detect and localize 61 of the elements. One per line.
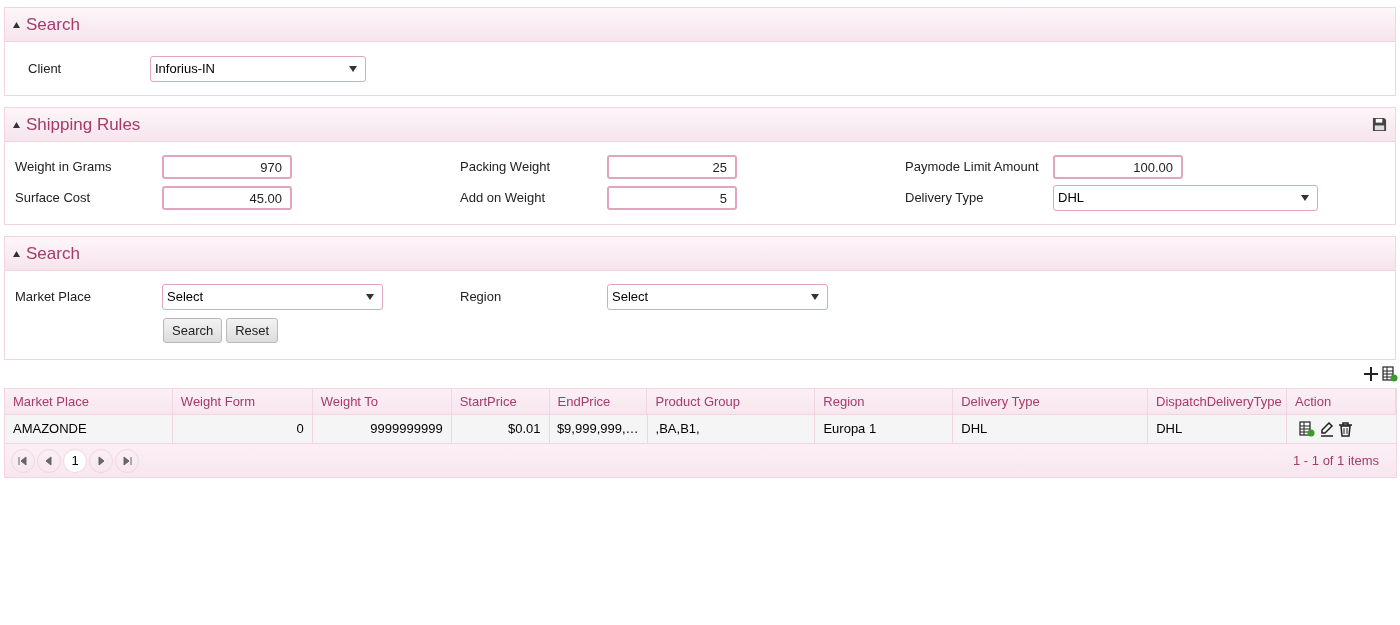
dropdown[interactable]: Select xyxy=(162,284,383,310)
table-cell: 0 xyxy=(172,415,313,443)
column-header[interactable]: StartPrice xyxy=(451,389,550,414)
column-header[interactable]: Delivery Type xyxy=(953,389,1149,414)
field-label: Packing Weight xyxy=(460,158,552,177)
column-header[interactable]: Market Place xyxy=(5,389,173,414)
column-header[interactable]: Action xyxy=(1287,389,1396,414)
field-label: Client xyxy=(27,59,63,78)
next-page-icon xyxy=(95,454,107,467)
panel-title[interactable]: Search xyxy=(26,240,80,267)
column-header[interactable]: DispatchDeliveryType xyxy=(1148,389,1288,414)
collapse-triangle-icon[interactable] xyxy=(13,21,20,28)
column-header[interactable]: Weight Form xyxy=(172,389,313,414)
table-cell: ,BA,B1, xyxy=(647,415,816,443)
dropdown[interactable]: Select xyxy=(607,284,828,310)
panel-title[interactable]: Shipping Rules xyxy=(26,111,141,138)
action-button[interactable]: Search xyxy=(163,318,223,343)
table-cell: DHL xyxy=(1148,415,1288,443)
dropdown-arrow-icon xyxy=(366,294,374,300)
table-cell: $0.01 xyxy=(451,415,550,443)
dropdown-arrow-icon xyxy=(349,65,357,72)
dropdown[interactable]: DHL xyxy=(1053,185,1318,211)
field-label: Weight in Grams xyxy=(15,158,113,177)
table-cell: Europa 1 xyxy=(815,415,954,443)
field-label: Surface Cost xyxy=(15,189,92,208)
field-label: Paymode Limit Amount xyxy=(905,158,1040,177)
collapse-triangle-icon[interactable] xyxy=(13,250,20,257)
edit-icon[interactable] xyxy=(1320,421,1335,437)
trash-icon[interactable] xyxy=(1339,421,1353,437)
table-cell: $9,999,999,… xyxy=(549,415,648,443)
action-button[interactable]: Reset xyxy=(226,318,279,343)
panel-title[interactable]: Search xyxy=(26,11,80,38)
first-page-icon xyxy=(17,454,29,467)
field-label: Add on Weight xyxy=(460,189,547,208)
previous-page-icon xyxy=(43,454,55,467)
pager-summary: 1 - 1 of 1 items xyxy=(1293,451,1380,470)
input-field[interactable]: 25 xyxy=(607,155,737,179)
page-number[interactable]: 1 xyxy=(63,448,87,473)
dropdown[interactable]: Inforius-IN xyxy=(150,55,366,82)
column-header[interactable]: Weight To xyxy=(312,389,452,414)
column-header[interactable]: Region xyxy=(815,389,954,414)
dropdown-arrow-icon xyxy=(811,294,819,300)
column-header[interactable]: EndPrice xyxy=(549,389,648,414)
input-field[interactable]: 100.00 xyxy=(1053,155,1183,179)
input-field[interactable]: 45.00 xyxy=(162,186,292,210)
field-label: Delivery Type xyxy=(905,189,985,208)
dropdown-arrow-icon xyxy=(1301,195,1309,201)
column-header[interactable]: Product Group xyxy=(647,389,816,414)
field-label: Market Place xyxy=(15,288,92,307)
plus-icon[interactable] xyxy=(1364,367,1378,381)
spreadsheet-icon[interactable] xyxy=(1382,366,1398,382)
collapse-triangle-icon[interactable] xyxy=(13,121,20,128)
table-cell: 9999999999 xyxy=(312,415,452,443)
input-field[interactable]: 5 xyxy=(607,186,737,210)
input-field[interactable]: 970 xyxy=(162,155,292,179)
field-label: Region xyxy=(460,288,503,307)
save-icon[interactable] xyxy=(1372,117,1387,132)
last-page-icon xyxy=(121,454,133,467)
table-cell: DHL xyxy=(953,415,1149,443)
spreadsheet-icon[interactable] xyxy=(1299,421,1316,437)
table-cell: AMAZONDE xyxy=(5,415,173,443)
